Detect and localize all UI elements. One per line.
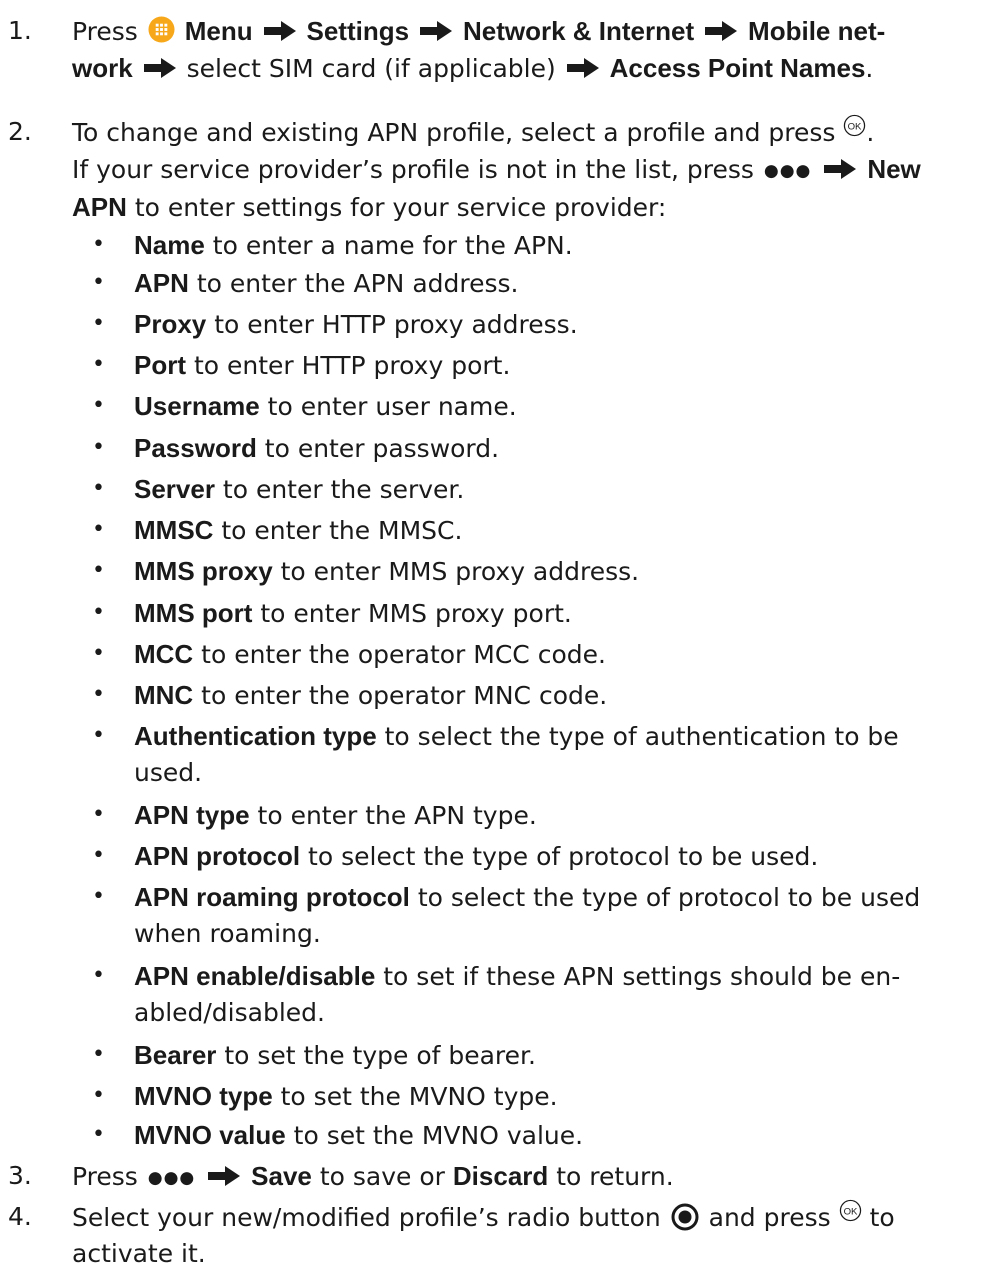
step-text: Select your new/modified profile’s radio…: [72, 1199, 972, 1272]
more-options-icon: ●●●: [147, 1168, 196, 1188]
arrow-right-icon: [143, 57, 177, 79]
bullet: •: [92, 843, 105, 868]
select-sim-text: select SIM card (if applicable): [186, 54, 556, 83]
discard-label: Discard: [452, 1161, 549, 1191]
settings-label: Settings: [306, 16, 410, 46]
bullet: •: [92, 963, 105, 988]
arrow-right-icon: [566, 57, 600, 79]
arrow-right-icon: [263, 20, 297, 42]
arrow-right-icon: [704, 20, 738, 42]
network-label: Network & Internet: [462, 16, 695, 46]
menu-icon: [148, 16, 175, 43]
ok-button-icon: [843, 114, 866, 137]
arrow-right-icon: [207, 1165, 241, 1187]
bullet: •: [92, 435, 105, 460]
bullet: •: [92, 558, 105, 583]
step-text: Press ●●● Save to save or Discard to ret…: [72, 1158, 972, 1196]
save-label: Save: [251, 1161, 312, 1191]
bullet: •: [92, 600, 105, 625]
bullet: •: [92, 270, 105, 295]
step-number: 1.: [8, 16, 32, 45]
mobile-network-label-a: Mobile net-: [748, 16, 886, 46]
bullet: •: [92, 641, 105, 666]
mobile-network-label-b: work: [72, 53, 133, 83]
new-apn-label-a: New: [867, 154, 921, 184]
bullet: •: [92, 352, 105, 377]
bullet: •: [92, 232, 105, 257]
bullet: •: [92, 393, 105, 418]
ok-button-icon: [839, 1199, 862, 1222]
bullet: •: [92, 723, 105, 748]
bullet: •: [92, 802, 105, 827]
step-number: 2.: [8, 117, 32, 146]
bullet: •: [92, 476, 105, 501]
step-text: Press Menu Settings Network & Internet M…: [72, 16, 886, 83]
menu-label: Menu: [184, 16, 253, 46]
step-number: 4.: [8, 1202, 32, 1231]
new-apn-label-b: APN: [72, 192, 127, 222]
bullet: •: [92, 682, 105, 707]
step-number: 3.: [8, 1161, 32, 1190]
arrow-right-icon: [419, 20, 453, 42]
bullet: •: [92, 1083, 105, 1108]
bullet: •: [92, 884, 105, 909]
apn-names-label: Access Point Names: [609, 53, 866, 83]
radio-button-icon: [671, 1203, 699, 1231]
bullet: •: [92, 1042, 105, 1067]
arrow-right-icon: [823, 158, 857, 180]
step-text: To change and existing APN profile, sele…: [72, 114, 972, 226]
bullet: •: [92, 1122, 105, 1147]
more-options-icon: ●●●: [763, 161, 812, 181]
bullet: •: [92, 311, 105, 336]
bullet: •: [92, 517, 105, 542]
